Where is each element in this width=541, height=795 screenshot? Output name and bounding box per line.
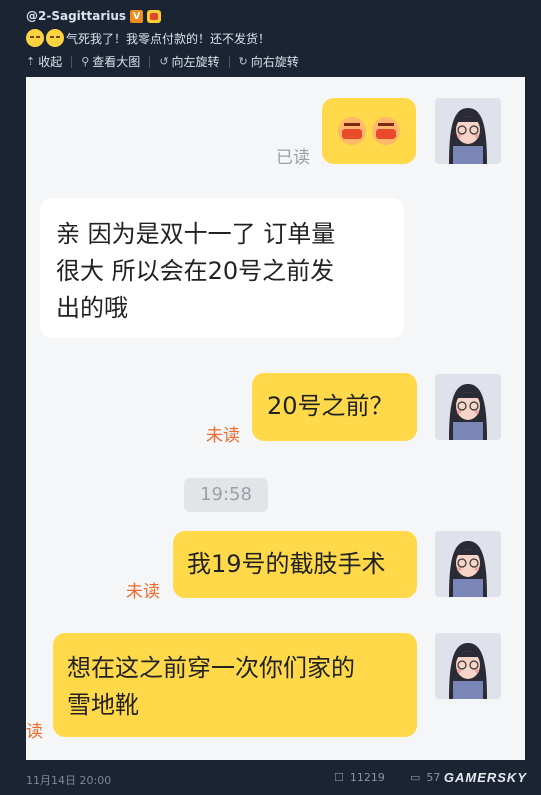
post-author[interactable]: @2-Sagittarius V [26,9,162,23]
collapse-button[interactable]: ⇡ 收起 [26,53,62,70]
chat-bubble-seller: 亲 因为是双十一了 订单量 很大 所以会在20号之前发 出的哦 [40,198,404,338]
repost-count: 11219 [349,771,385,784]
chat-bubble-buyer: 20号之前？ [252,373,417,441]
post-footer: 11月14日 20:00 ☐ 11219 ▭ 57 GAMERSKY [0,760,541,795]
comment-count: 57 [426,771,441,784]
message-line: 很大 所以会在20号之前发 [56,257,335,285]
message-text: 我19号的截肢手术 [187,550,386,578]
collapse-label: 收起 [38,55,63,69]
comment-icon: ▭ [410,771,421,784]
post-header: @2-Sagittarius V 气死我了！我零点付款的！还不发货！ ⇡ 收起 … [0,0,541,76]
watermark-logo: GAMERSKY [443,770,527,785]
post-text-content: 气死我了！我零点付款的！还不发货！ [66,31,271,46]
angry-emoji-icon [372,117,400,145]
message-line: 出的哦 [56,294,128,322]
chat-bubble-buyer: 我19号的截肢手术 [173,531,417,598]
rotate-left-button[interactable]: ↺ 向左旋转 [159,53,219,70]
view-large-label: 查看大图 [92,55,141,69]
rotate-left-icon: ↺ [159,55,169,68]
repost-button[interactable]: ☐ 11219 [334,771,385,784]
read-status: 读 [26,722,43,742]
divider [71,55,73,68]
post-date[interactable]: 11月14日 20:00 [26,772,111,788]
message-line: 雪地靴 [67,691,139,719]
unread-status: 未读 [206,426,240,446]
image-toolbar: ⇡ 收起 ⚲ 查看大图 ↺ 向左旋转 ↻ 向右旋转 [26,53,299,70]
avatar [435,374,501,440]
chat-bubble-emoji [322,98,416,164]
member-badge-icon [147,9,162,23]
sad-emoji-icon [46,29,64,47]
username[interactable]: @2-Sagittarius [26,9,126,23]
chat-screenshot-image[interactable]: 已读 亲 因为是双十一了 订单量 很大 所以会在20号之前发 出的哦 未读 20… [26,77,525,760]
verified-badge-icon: V [130,9,144,23]
divider [228,55,230,68]
magnify-icon: ⚲ [81,55,90,68]
message-line: 想在这之前穿一次你们家的 [67,654,355,682]
time-divider: 19:58 [184,478,268,512]
read-status: 已读 [276,148,310,168]
rotate-left-label: 向左旋转 [171,55,220,69]
angry-emoji-icon [338,117,366,145]
collapse-icon: ⇡ [26,55,36,68]
unread-status: 未读 [126,582,160,602]
rotate-right-button[interactable]: ↻ 向右旋转 [239,53,299,70]
message-text: 20号之前？ [267,392,394,420]
message-line: 亲 因为是双十一了 订单量 [56,220,336,248]
chat-bubble-buyer: 想在这之前穿一次你们家的 雪地靴 [53,633,417,737]
avatar [435,98,501,164]
comment-button[interactable]: ▭ 57 [410,771,440,784]
avatar [435,531,501,597]
repost-icon: ☐ [334,771,344,784]
sad-emoji-icon [26,29,44,47]
post-text: 气死我了！我零点付款的！还不发货！ [26,29,270,47]
view-large-button[interactable]: ⚲ 查看大图 [81,53,140,70]
rotate-right-icon: ↻ [238,55,248,68]
rotate-right-label: 向右旋转 [250,55,299,69]
divider [149,55,151,68]
avatar [435,633,501,699]
